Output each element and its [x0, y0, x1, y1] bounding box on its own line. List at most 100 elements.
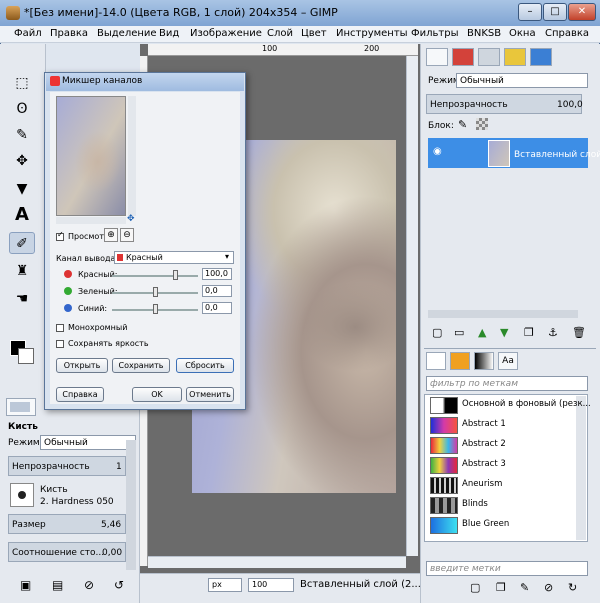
list-item[interactable]: Abstract 2 [428, 436, 586, 455]
reset-button[interactable]: Сбросить [176, 358, 234, 373]
mode-dropdown[interactable]: Обычный [40, 435, 136, 450]
red-slider-thumb[interactable] [172, 270, 178, 280]
ok-button[interactable]: OK [132, 387, 182, 402]
lower-layer-icon[interactable]: ▼ [500, 326, 508, 339]
paths-tab-icon[interactable] [478, 48, 500, 66]
tag-filter-dropdown[interactable]: фильтр по меткам [426, 376, 588, 391]
menu-windows[interactable]: Окна [509, 28, 536, 39]
clone-stamp-icon[interactable]: ♜ [9, 260, 35, 282]
list-item[interactable]: Aneurism [428, 476, 586, 495]
reset-options-icon[interactable]: ↺ [114, 578, 124, 592]
gradient-swatch [430, 517, 458, 534]
delete-gradient-icon[interactable]: ⊘ [544, 581, 553, 594]
visibility-eye-icon[interactable]: ◉ [433, 146, 442, 157]
fonts-tab-icon[interactable]: Aa [498, 352, 518, 370]
list-item[interactable]: Abstract 1 [428, 416, 586, 435]
duplicate-gradient-icon[interactable]: ❐ [496, 581, 506, 594]
gradients-tab-icon[interactable] [474, 352, 494, 370]
raise-layer-icon[interactable]: ▲ [478, 326, 486, 339]
new-layer-icon[interactable]: ▢ [432, 326, 442, 339]
canvas-h-scrollbar[interactable] [148, 556, 406, 568]
lock-alpha-icon[interactable] [476, 118, 488, 130]
undo-tab-icon[interactable] [504, 48, 526, 66]
free-select-icon[interactable]: ʘ [9, 98, 35, 120]
text-tool-icon[interactable]: A [9, 204, 35, 226]
help-button[interactable]: Справка [56, 387, 104, 402]
maximize-button[interactable]: □ [543, 3, 567, 21]
layers-opacity-value: 100,0 [557, 100, 583, 110]
layers-h-scrollbar[interactable] [428, 310, 578, 318]
blue-slider-thumb[interactable] [152, 304, 158, 314]
preserve-luminosity-checkbox[interactable] [56, 340, 64, 348]
duplicate-layer-icon[interactable]: ❐ [524, 326, 534, 339]
unit-dropdown[interactable]: px [208, 578, 242, 592]
layers-mode-dropdown[interactable]: Обычный [456, 73, 588, 88]
menu-select[interactable]: Выделение [97, 28, 157, 39]
list-item[interactable]: Abstract 3 [428, 456, 586, 475]
background-color[interactable] [18, 348, 34, 364]
cancel-button[interactable]: Отменить [186, 387, 234, 402]
smudge-icon[interactable]: ☚ [9, 288, 35, 310]
help-tab-icon[interactable] [530, 48, 552, 66]
bucket-fill-icon[interactable]: ▼ [9, 178, 35, 200]
menu-tools[interactable]: Инструменты [336, 28, 408, 39]
new-gradient-icon[interactable]: ▢ [470, 581, 480, 594]
new-group-icon[interactable]: ▭ [454, 326, 464, 339]
menu-filters[interactable]: Фильтры [411, 28, 458, 39]
lock-label: Блок: [428, 121, 454, 131]
zoom-out-icon[interactable]: ⊖ [120, 228, 134, 242]
save-button[interactable]: Сохранить [112, 358, 170, 373]
lock-pixels-icon[interactable]: ✎ [458, 118, 467, 131]
delete-layer-icon[interactable]: 🗑 [572, 326, 586, 339]
rect-select-icon[interactable]: ⬚ [9, 72, 35, 94]
menu-help[interactable]: Справка [545, 28, 589, 39]
channels-tab-icon[interactable] [452, 48, 474, 66]
restore-options-icon[interactable]: ▤ [52, 578, 63, 592]
list-item[interactable]: Blue Green [428, 516, 586, 535]
red-spinbox[interactable]: 100,0 [202, 268, 232, 280]
gradient-swatch [430, 437, 458, 454]
menu-image[interactable]: Изображение [190, 28, 262, 39]
anchor-layer-icon[interactable]: ⚓ [548, 326, 558, 339]
menu-file[interactable]: Файл [14, 28, 42, 39]
open-button[interactable]: Открыть [56, 358, 108, 373]
ruler-tick-200: 200 [364, 44, 380, 53]
layer-name: Вставленный слой [514, 150, 600, 160]
size-label: Размер [12, 520, 46, 530]
green-slider-thumb[interactable] [152, 287, 158, 297]
refresh-gradients-icon[interactable]: ↻ [568, 581, 577, 594]
zoom-in-icon[interactable]: ⊕ [104, 228, 118, 242]
layers-opacity-label: Непрозрачность [430, 100, 508, 110]
paintbrush-icon[interactable]: ✐ [9, 232, 35, 254]
preview-h-scrollbar[interactable] [56, 217, 126, 224]
green-spinbox[interactable]: 0,0 [202, 285, 232, 297]
blue-spinbox[interactable]: 0,0 [202, 302, 232, 314]
output-channel-value: Красный [126, 253, 163, 262]
menu-color[interactable]: Цвет [301, 28, 327, 39]
menu-edit[interactable]: Правка [50, 28, 88, 39]
red-slider[interactable] [112, 275, 198, 277]
edit-gradient-icon[interactable]: ✎ [520, 581, 529, 594]
menu-layer[interactable]: Слой [267, 28, 293, 39]
navigate-icon[interactable]: ✥ [127, 214, 135, 224]
color-picker-icon[interactable]: ✎ [9, 124, 35, 146]
move-icon[interactable]: ✥ [9, 150, 35, 172]
tags-input[interactable]: введите метки [426, 561, 588, 576]
monochrome-checkbox[interactable] [56, 324, 64, 332]
preview-v-scrollbar[interactable] [128, 96, 136, 216]
canvas-scrollbar[interactable] [406, 56, 418, 556]
menu-view[interactable]: Вид [159, 28, 179, 39]
menu-bnksb[interactable]: BNKSB [467, 28, 501, 39]
opacity-value: 1 [116, 462, 122, 472]
layers-tab-icon[interactable] [426, 48, 448, 66]
brushes-tab-icon[interactable] [426, 352, 446, 370]
list-item[interactable]: Blinds [428, 496, 586, 515]
save-options-icon[interactable]: ▣ [20, 578, 31, 592]
delete-options-icon[interactable]: ⊘ [84, 578, 94, 592]
tool-options-scrollbar[interactable] [126, 440, 136, 570]
zoom-dropdown[interactable]: 100 [248, 578, 294, 592]
close-button[interactable]: ✕ [568, 3, 596, 21]
list-item[interactable]: Основной в фоновый (резк... [428, 396, 591, 415]
patterns-tab-icon[interactable] [450, 352, 470, 370]
minimize-button[interactable]: – [518, 3, 542, 21]
